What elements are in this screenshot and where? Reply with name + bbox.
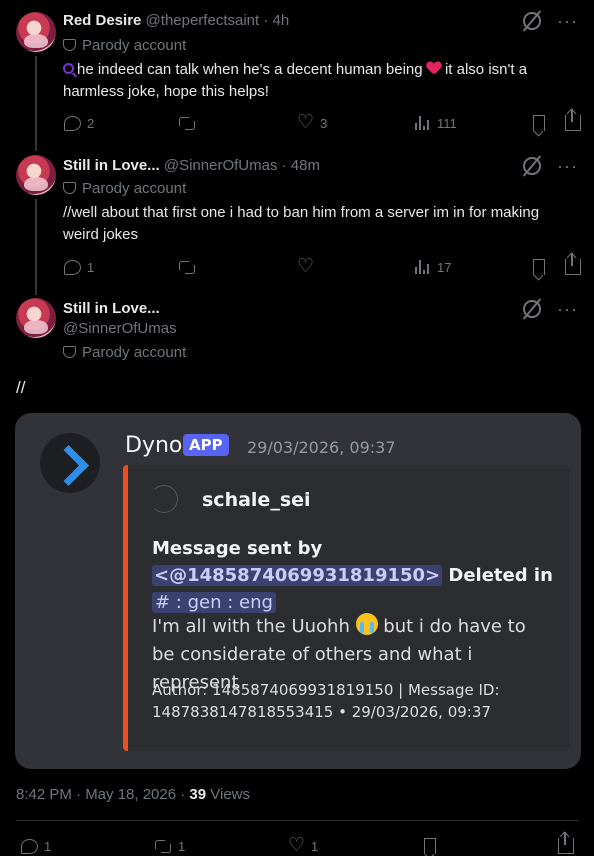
- parody-mask-icon: [63, 182, 76, 194]
- tweet-meta: 8:42 PM · May 18, 2026 · 39 Views: [16, 786, 251, 803]
- parody-label: Parody account: [63, 180, 186, 198]
- tweet-text: //well about that first one i had to ban…: [63, 204, 540, 243]
- like-icon: ♡: [297, 112, 315, 133]
- repost-button[interactable]: [178, 257, 196, 277]
- reply-icon: [21, 838, 38, 854]
- tweet-1[interactable]: Red Desire @theperfectsaint · 4h ··· Par…: [0, 0, 594, 151]
- parody-label: Parody account: [63, 344, 186, 362]
- parody-mask-icon: [63, 346, 76, 358]
- avatar[interactable]: [16, 155, 56, 195]
- views-icon: [415, 260, 431, 274]
- like-button[interactable]: ♡ 3: [297, 113, 327, 133]
- handle[interactable]: @SinnerOfUmas: [63, 320, 177, 337]
- tweet-text: he indeed can talk when he's a decent hu…: [63, 61, 528, 100]
- tweet-header: Still in Love... @SinnerOfUmas · 48m: [63, 157, 320, 174]
- embed-author-avatar: [150, 485, 178, 513]
- magnifier-emoji-icon: [63, 63, 74, 74]
- bot-name: Dyno: [125, 433, 183, 458]
- share-button[interactable]: [565, 253, 581, 277]
- display-name[interactable]: Red Desire: [63, 12, 141, 29]
- bookmark-icon: [533, 115, 545, 131]
- share-icon: [565, 109, 581, 131]
- repost-icon: [178, 258, 196, 276]
- share-icon: [558, 832, 574, 854]
- bookmark-button[interactable]: [424, 836, 436, 856]
- bookmark-icon: [424, 838, 436, 854]
- parody-mask-icon: [63, 39, 76, 51]
- display-name[interactable]: Still in Love...: [63, 300, 160, 317]
- embed-footer: Author: 1485874069931819150 | Message ID…: [152, 681, 500, 721]
- thread-line: [35, 199, 37, 295]
- tweet-top-icons: ···: [523, 300, 578, 318]
- like-icon: ♡: [288, 835, 306, 856]
- tweet-header: Red Desire @theperfectsaint · 4h: [63, 12, 290, 29]
- repost-button[interactable]: 1: [154, 836, 185, 856]
- divider: [16, 820, 578, 821]
- repost-icon: [154, 837, 172, 855]
- repost-icon: [178, 114, 196, 132]
- views-button[interactable]: 17: [415, 257, 451, 277]
- timestamp[interactable]: 48m: [291, 157, 320, 174]
- log-embed: schale_sei Message sent by <@14858740699…: [123, 465, 569, 751]
- views-icon: [415, 116, 431, 130]
- thread-line: [35, 56, 37, 151]
- more-icon[interactable]: ···: [557, 300, 578, 318]
- handle[interactable]: @SinnerOfUmas: [164, 157, 278, 174]
- share-button[interactable]: [565, 109, 581, 133]
- display-name[interactable]: Still in Love...: [63, 157, 160, 174]
- bookmark-button[interactable]: [533, 113, 545, 133]
- embed-author: schale_sei: [202, 489, 311, 511]
- channel-mention: # : gen : eng: [152, 592, 276, 613]
- bookmark-button[interactable]: [533, 257, 545, 277]
- handle-row: @SinnerOfUmas: [63, 320, 177, 338]
- dyno-avatar: [40, 433, 100, 493]
- tweet-actions: 1 ♡ 17: [63, 253, 581, 277]
- avatar[interactable]: [16, 298, 56, 338]
- avatar[interactable]: [16, 12, 56, 52]
- main-tweet-actions: 1 1 ♡ 1: [16, 832, 578, 856]
- app-badge: APP: [183, 434, 229, 456]
- like-button[interactable]: ♡ 1: [288, 836, 318, 856]
- sob-emoji-icon: [355, 613, 378, 635]
- handle[interactable]: @theperfectsaint: [146, 12, 260, 29]
- like-icon: ♡: [297, 256, 315, 277]
- embed-title: Message sent by <@1485874069931819150> D…: [152, 538, 553, 613]
- tweet-top-icons: ···: [523, 157, 578, 175]
- tweet-top-icons: ···: [523, 12, 578, 30]
- grok-icon[interactable]: [523, 300, 542, 318]
- tweet-2[interactable]: Still in Love... @SinnerOfUmas · 48m ···…: [0, 145, 594, 295]
- share-button[interactable]: [558, 832, 574, 856]
- grok-icon[interactable]: [523, 12, 542, 30]
- reply-button[interactable]: 2: [64, 113, 94, 133]
- tweet-actions: 2 ♡ 3 111: [63, 109, 581, 133]
- parody-label: Parody account: [63, 37, 186, 55]
- reply-icon: [64, 259, 81, 275]
- bookmark-icon: [533, 259, 545, 275]
- share-icon: [565, 253, 581, 275]
- reply-button[interactable]: 1: [21, 836, 51, 856]
- views-button[interactable]: 111: [415, 113, 457, 133]
- message-time: 29/03/2026, 09:37: [247, 438, 396, 457]
- timestamp[interactable]: 4h: [273, 12, 290, 29]
- like-button[interactable]: ♡: [297, 257, 314, 277]
- repost-button[interactable]: [178, 113, 196, 133]
- red-heart-emoji-icon: [427, 62, 441, 75]
- grok-icon[interactable]: [523, 157, 542, 175]
- tweet-header: Still in Love...: [63, 300, 160, 318]
- user-mention: <@1485874069931819150>: [152, 565, 443, 586]
- more-icon[interactable]: ···: [557, 12, 578, 30]
- reply-icon: [64, 115, 81, 131]
- reply-button[interactable]: 1: [64, 257, 94, 277]
- attached-image[interactable]: Dyno APP 29/03/2026, 09:37 schale_sei Me…: [15, 413, 581, 769]
- more-icon[interactable]: ···: [557, 157, 578, 175]
- main-tweet-text: //: [16, 378, 26, 397]
